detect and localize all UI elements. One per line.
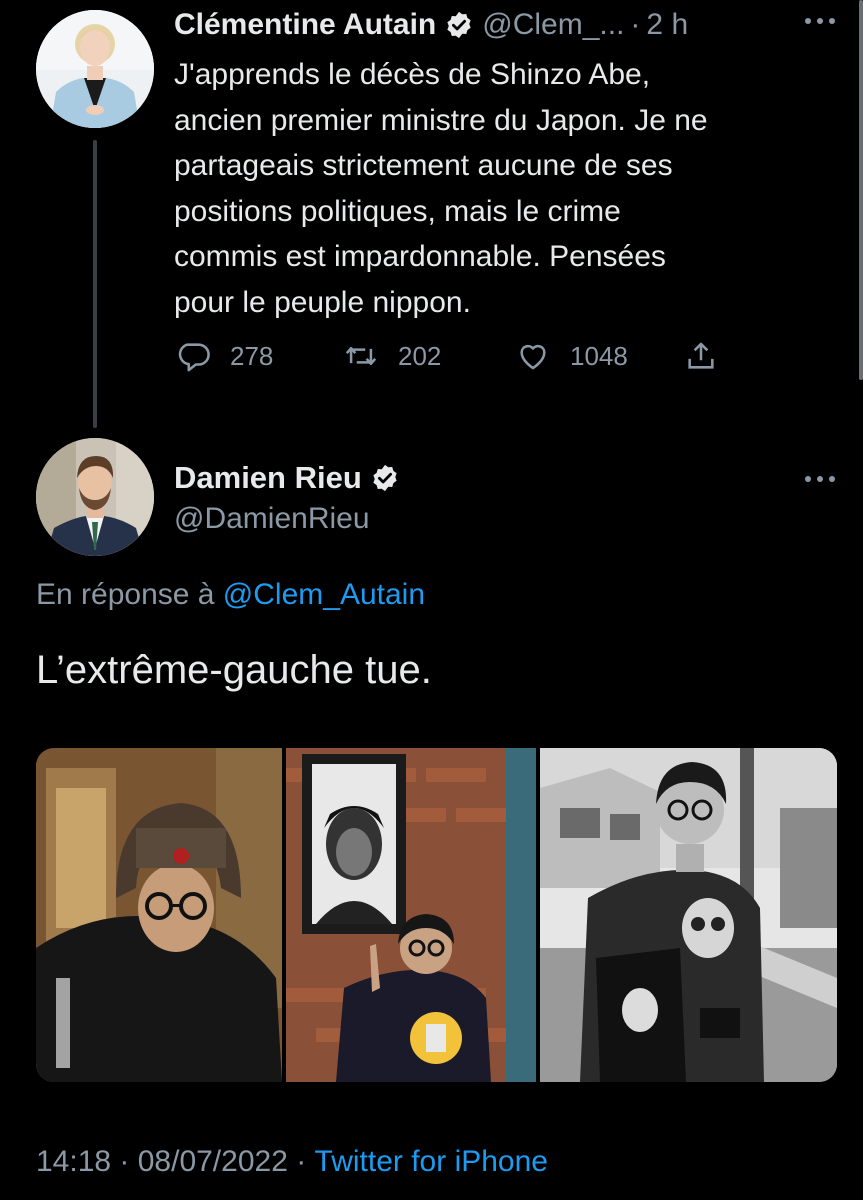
separator-dot: · [630,8,641,41]
like-count: 1048 [570,340,628,371]
share-button[interactable] [684,339,718,373]
avatar[interactable] [36,438,154,556]
tweet-time[interactable]: 2 h [646,8,688,42]
tweet-header: Clémentine Autain @Clem_... · 2 h [174,2,688,48]
more-horizontal-icon[interactable] [805,14,835,28]
tweet-source-link[interactable]: Twitter for iPhone [315,1145,548,1179]
media-photo[interactable] [286,748,536,1082]
tweet-metadata: 14:18 · 08/07/2022 · Twitter for iPhone [36,1140,548,1184]
reply-bubble-icon [178,343,210,372]
tweet-media-grid[interactable] [36,748,837,1082]
thread-connector-line [93,140,97,428]
media-photo[interactable] [36,748,282,1082]
tweet-clementine-autain[interactable]: Clémentine Autain @Clem_... · 2 h J'appr… [0,0,863,428]
tweet-timestamp[interactable]: 14:18 · 08/07/2022 · [36,1145,315,1179]
avatar[interactable] [36,10,154,128]
user-handle[interactable]: @DamienRieu [174,499,370,539]
reply-mention-link[interactable]: @Clem_Autain [223,578,425,612]
tweet-text: J'apprends le décès de Shinzo Abe, ancie… [174,58,708,319]
reply-context: En réponse à @Clem_Autain [36,574,425,616]
reply-prefix: En réponse à [36,578,223,611]
verified-badge-icon [370,463,400,493]
retweet-button[interactable]: 202 [344,339,516,373]
display-name[interactable]: Clémentine Autain [174,8,436,42]
tweet-header: Damien Rieu [174,456,408,500]
reply-count: 278 [230,340,274,371]
retweet-count: 202 [398,340,442,371]
heart-icon [520,344,546,370]
retweet-icon [345,346,377,366]
verified-badge-icon [444,10,474,40]
tweet-text: L’extrême-gauche tue. [36,647,432,692]
user-handle[interactable]: @Clem_... [482,8,624,42]
share-icon [688,342,714,369]
like-button[interactable]: 1048 [516,339,684,373]
display-name[interactable]: Damien Rieu [174,460,362,496]
more-horizontal-icon[interactable] [805,472,835,486]
media-photo[interactable] [540,748,837,1082]
tweet-thread-page: Clémentine Autain @Clem_... · 2 h J'appr… [0,0,863,1200]
reply-button[interactable]: 278 [176,339,344,373]
tweet-actions: 278 202 1048 [176,336,718,376]
